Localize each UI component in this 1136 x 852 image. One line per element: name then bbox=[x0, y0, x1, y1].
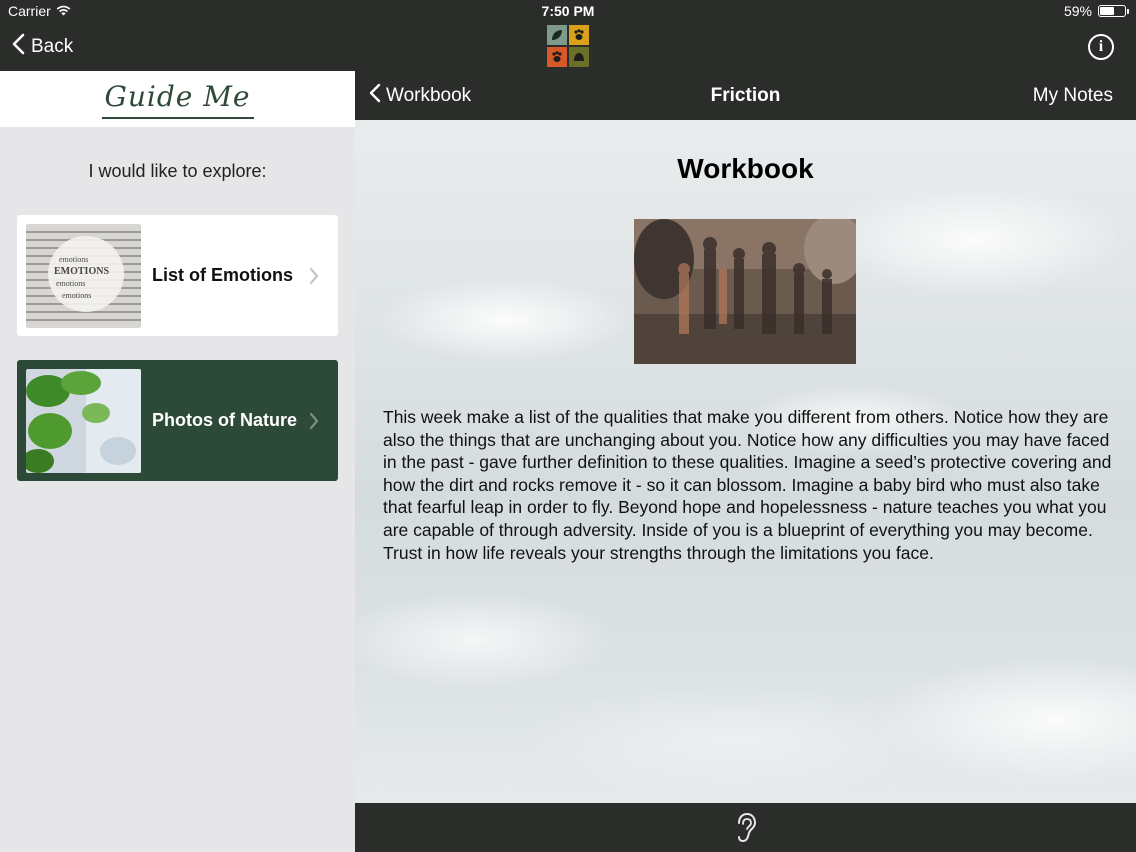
back-button[interactable]: Back bbox=[12, 33, 73, 61]
content-title: Workbook bbox=[677, 153, 814, 184]
bottom-toolbar bbox=[355, 803, 1136, 852]
list-of-emotions-card[interactable]: emotions EMOTIONS emotions emotions List… bbox=[17, 215, 338, 336]
chevron-right-icon bbox=[302, 412, 326, 430]
svg-text:EMOTIONS: EMOTIONS bbox=[54, 266, 109, 277]
card-label: List of Emotions bbox=[152, 265, 293, 285]
svg-text:emotions: emotions bbox=[59, 255, 88, 264]
info-icon: i bbox=[1098, 38, 1104, 55]
info-button[interactable]: i bbox=[1088, 34, 1114, 60]
battery-icon bbox=[1098, 5, 1129, 17]
main-panel: Workbook Friction My Notes Workbook This… bbox=[355, 71, 1136, 852]
leaf-icon bbox=[547, 25, 567, 45]
explore-prompt: I would like to explore: bbox=[88, 161, 267, 181]
svg-text:emotions: emotions bbox=[62, 291, 91, 300]
back-label: Back bbox=[31, 36, 74, 57]
sidebar-header: Guide Me bbox=[0, 71, 355, 127]
paw-icon bbox=[547, 47, 567, 67]
card-label: Photos of Nature bbox=[152, 410, 298, 430]
sidebar-title: Guide Me bbox=[101, 80, 254, 119]
photos-of-nature-card[interactable]: Photos of Nature bbox=[17, 360, 338, 481]
emotions-thumbnail: emotions EMOTIONS emotions emotions bbox=[26, 223, 141, 328]
battery-percent: 59% bbox=[1063, 3, 1092, 19]
cave-painting-image bbox=[634, 219, 856, 364]
sidebar: Guide Me I would like to explore: emotio… bbox=[0, 71, 355, 852]
top-bar: Carrier 7:50 PM 59% Back i bbox=[0, 0, 1136, 71]
status-time: 7:50 PM bbox=[541, 3, 595, 19]
shell-icon bbox=[569, 47, 589, 67]
chevron-right-icon bbox=[302, 267, 326, 285]
nav-title: Friction bbox=[710, 85, 781, 106]
workbook-body: This week make a list of the qualities t… bbox=[383, 407, 1112, 563]
chevron-left-icon bbox=[12, 33, 25, 61]
paw-icon bbox=[569, 25, 589, 45]
nature-thumbnail bbox=[26, 368, 141, 473]
my-notes-button[interactable]: My Notes bbox=[1033, 85, 1113, 107]
app-screen: Carrier 7:50 PM 59% Back i Guide Me I wo… bbox=[0, 0, 1136, 852]
svg-text:emotions: emotions bbox=[56, 279, 85, 288]
ear-icon[interactable] bbox=[734, 812, 758, 844]
detail-nav-bar: Workbook Friction My Notes bbox=[355, 71, 1136, 120]
app-logo[interactable] bbox=[547, 25, 589, 68]
workbook-content[interactable]: Workbook This week make a list of the qu… bbox=[355, 120, 1136, 803]
status-right: 59% bbox=[1063, 3, 1129, 19]
